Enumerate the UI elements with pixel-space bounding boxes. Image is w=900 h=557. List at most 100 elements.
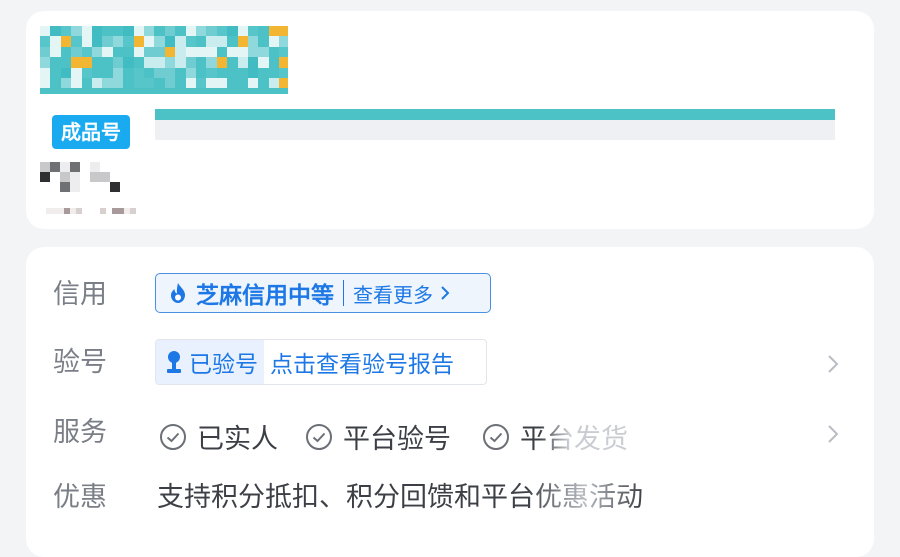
mosaic-pixel [185, 78, 196, 89]
mosaic-pixel [60, 182, 70, 192]
mosaic-pixel [71, 46, 82, 58]
mosaic-pixel [133, 26, 144, 37]
services-label: 服务 [53, 417, 107, 448]
mosaic-pixel [175, 46, 186, 58]
mosaic-pixel [154, 57, 165, 68]
mosaic-pixel [130, 208, 136, 214]
mosaic-pixel [154, 78, 165, 89]
mosaic-pixel [164, 46, 176, 58]
verify-report-link[interactable]: 点击查看验号报告 [270, 345, 454, 379]
mosaic-pixel [60, 26, 72, 37]
mosaic-pixel [92, 67, 103, 78]
person-badge-icon [167, 351, 181, 373]
mosaic-pixel [102, 46, 113, 58]
mosaic-pixel [112, 46, 124, 58]
service-item: 已实人 [159, 417, 278, 456]
mosaic-pixel [133, 57, 144, 68]
credit-more-link[interactable]: 查看更多 [353, 279, 433, 308]
mosaic-pixel [237, 46, 248, 58]
mosaic-pixel [206, 36, 217, 47]
mosaic-pixel [123, 46, 134, 58]
seller-avatar [40, 162, 120, 192]
mosaic-pixel [102, 36, 113, 47]
mosaic-pixel [92, 36, 103, 47]
mosaic-pixel [102, 67, 113, 78]
mosaic-pixel [227, 26, 238, 37]
mosaic-pixel [80, 162, 90, 172]
service-item-text: 平台验号 [343, 424, 451, 455]
mosaic-pixel [185, 46, 196, 58]
mosaic-pixel [144, 26, 155, 37]
mosaic-pixel [196, 26, 207, 37]
mosaic-pixel [70, 172, 80, 182]
details-card: 信用 芝麻信用中等 查看更多 验号 已验号 点击查看验号报告 服务 已实人 平台… [26, 247, 874, 557]
mosaic-pixel [144, 57, 155, 68]
mosaic-pixel [279, 57, 288, 68]
verified-status-text: 已验号 [189, 352, 258, 378]
mosaic-pixel [206, 78, 217, 89]
check-circle-icon [483, 423, 509, 450]
mosaic-pixel [80, 172, 90, 182]
mosaic-pixel [40, 172, 50, 182]
mosaic-pixel [279, 78, 288, 89]
verify-badge[interactable]: 已验号 点击查看验号报告 [155, 339, 487, 385]
chevron-right-icon[interactable] [826, 353, 840, 375]
mosaic-pixel [81, 67, 92, 78]
mosaic-pixel [112, 26, 124, 37]
mosaic-pixel [112, 36, 124, 47]
mosaic-pixel [164, 26, 176, 37]
mosaic-pixel [71, 26, 82, 37]
mosaic-pixel [268, 46, 280, 58]
promo-label: 优惠 [53, 482, 107, 513]
mosaic-pixel [175, 78, 186, 89]
mosaic-pixel [206, 26, 217, 37]
mosaic-pixel [227, 67, 238, 78]
mosaic-pixel [258, 46, 269, 58]
mosaic-pixel [216, 78, 228, 89]
mosaic-pixel [154, 36, 165, 47]
service-item: 平台验号 [305, 417, 451, 456]
mosaic-pixel [123, 57, 134, 68]
mosaic-pixel [248, 67, 259, 78]
mosaic-pixel [110, 182, 120, 192]
mosaic-pixel [90, 182, 100, 192]
mosaic-pixel [123, 78, 134, 89]
mosaic-pixel [60, 172, 70, 182]
mosaic-pixel [237, 57, 248, 68]
mosaic-pixel [50, 26, 61, 37]
mosaic-pixel [216, 67, 228, 78]
mosaic-pixel [90, 172, 100, 182]
mosaic-pixel [227, 46, 238, 58]
mosaic-pixel [196, 78, 207, 89]
mosaic-pixel [164, 36, 176, 47]
listing-card[interactable]: 成品号 [26, 11, 874, 229]
service-item: 平台发货 [482, 417, 628, 456]
chevron-right-icon[interactable] [826, 423, 840, 445]
mosaic-pixel [227, 57, 238, 68]
mosaic-pixel [40, 162, 50, 172]
mosaic-pixel [112, 78, 124, 89]
mosaic-pixel [144, 46, 155, 58]
mosaic-pixel [50, 36, 61, 47]
mosaic-pixel [258, 36, 269, 47]
mosaic-pixel [100, 172, 110, 182]
flame-icon [171, 283, 185, 303]
mosaic-pixel [100, 162, 110, 172]
mosaic-pixel [196, 36, 207, 47]
promo-text: 支持积分抵扣、积分回馈和平台优惠活动 [157, 482, 643, 513]
mosaic-pixel [185, 67, 196, 78]
credit-badge[interactable]: 芝麻信用中等 查看更多 [155, 273, 491, 313]
mosaic-pixel [237, 36, 248, 47]
mosaic-pixel [164, 78, 176, 89]
mosaic-pixel [60, 57, 72, 68]
credit-divider [343, 280, 344, 306]
mosaic-pixel [206, 57, 217, 68]
mosaic-pixel [50, 78, 61, 89]
mosaic-pixel [50, 182, 60, 192]
mosaic-pixel [60, 46, 72, 58]
mosaic-pixel [40, 57, 51, 68]
mosaic-pixel [248, 26, 259, 37]
mosaic-pixel [258, 26, 269, 37]
mosaic-pixel [133, 67, 144, 78]
mosaic-pixel [154, 67, 165, 78]
